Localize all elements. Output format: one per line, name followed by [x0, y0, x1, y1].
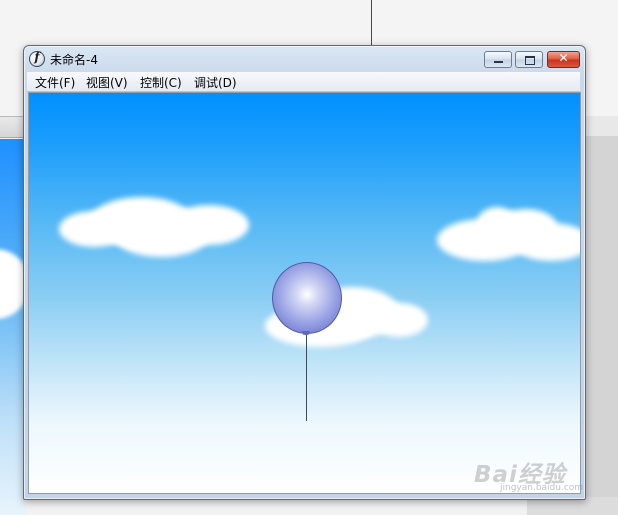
menu-debug[interactable]: 调试(D) — [194, 74, 237, 91]
balloon — [272, 262, 342, 334]
cloud-right — [437, 205, 580, 273]
title-bar[interactable]: f 未命名-4 ✕ — [24, 46, 585, 73]
cloud-left — [59, 191, 249, 261]
watermark-subtext: jingyan.baidu.com — [500, 483, 584, 493]
balloon-knot — [302, 331, 310, 335]
background-panel-header — [585, 116, 618, 136]
maximize-icon — [525, 56, 535, 65]
flash-stage[interactable] — [28, 92, 581, 494]
balloon-string — [306, 331, 307, 421]
flash-app-icon-glyph: f — [34, 50, 40, 64]
window-title: 未命名-4 — [50, 53, 98, 67]
menu-view[interactable]: 视图(V) — [86, 74, 128, 91]
menu-control[interactable]: 控制(C) — [140, 74, 182, 91]
minimize-button[interactable] — [484, 51, 512, 68]
baidu-watermark: Bai经验 jingyan.baidu.com — [474, 449, 614, 497]
flash-app-icon: f — [29, 50, 45, 67]
player-window: f 未命名-4 ✕ 文件(F) 视图(V) 控制(C) 调试(D) — [23, 45, 586, 500]
close-icon: ✕ — [558, 51, 569, 65]
maximize-button[interactable] — [515, 51, 543, 68]
menu-file[interactable]: 文件(F) — [35, 74, 75, 91]
background-guide-line — [371, 0, 372, 46]
close-button[interactable]: ✕ — [547, 51, 580, 68]
menu-bar: 文件(F) 视图(V) 控制(C) 调试(D) — [27, 72, 580, 92]
minimize-icon — [494, 61, 503, 63]
